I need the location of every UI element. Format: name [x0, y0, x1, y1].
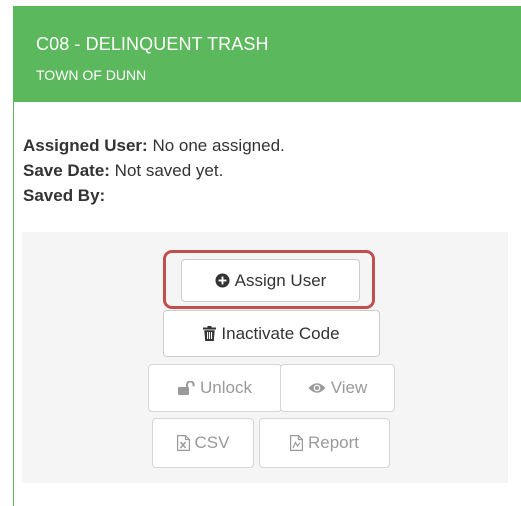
view-button[interactable]: View — [280, 364, 395, 412]
save-date-value: Not saved yet. — [114, 161, 224, 180]
report-button[interactable]: Report — [259, 418, 390, 468]
panel-subtitle: TOWN OF DUNN — [36, 67, 147, 83]
saved-by-label: Saved By: — [23, 186, 106, 205]
unlock-icon — [178, 381, 195, 395]
save-date-label: Save Date: — [23, 161, 110, 180]
panel-title: C08 - DELINQUENT TRASH — [36, 34, 269, 54]
assigned-user-value: No one assigned. — [152, 136, 285, 155]
panel-header: C08 - DELINQUENT TRASH TOWN OF DUNN — [14, 6, 521, 102]
csv-label: CSV — [194, 433, 230, 452]
saved-by-line: Saved By: — [23, 186, 105, 206]
unlock-button[interactable]: Unlock — [148, 364, 282, 412]
unlock-label: Unlock — [200, 378, 252, 397]
pdf-file-icon — [289, 435, 303, 451]
assigned-user-line: Assigned User: No one assigned. — [23, 136, 285, 156]
csv-button[interactable]: CSV — [152, 418, 254, 468]
save-date-line: Save Date: Not saved yet. — [23, 161, 223, 181]
inactivate-code-label: Inactivate Code — [221, 323, 340, 343]
eye-icon — [308, 382, 326, 394]
view-label: View — [330, 378, 368, 397]
report-label: Report — [307, 433, 360, 452]
assign-user-highlight — [163, 250, 375, 309]
inactivate-code-button[interactable]: Inactivate Code — [163, 310, 380, 357]
trash-icon — [203, 326, 217, 341]
assigned-user-label: Assigned User: — [23, 136, 148, 155]
excel-file-icon — [176, 435, 190, 451]
